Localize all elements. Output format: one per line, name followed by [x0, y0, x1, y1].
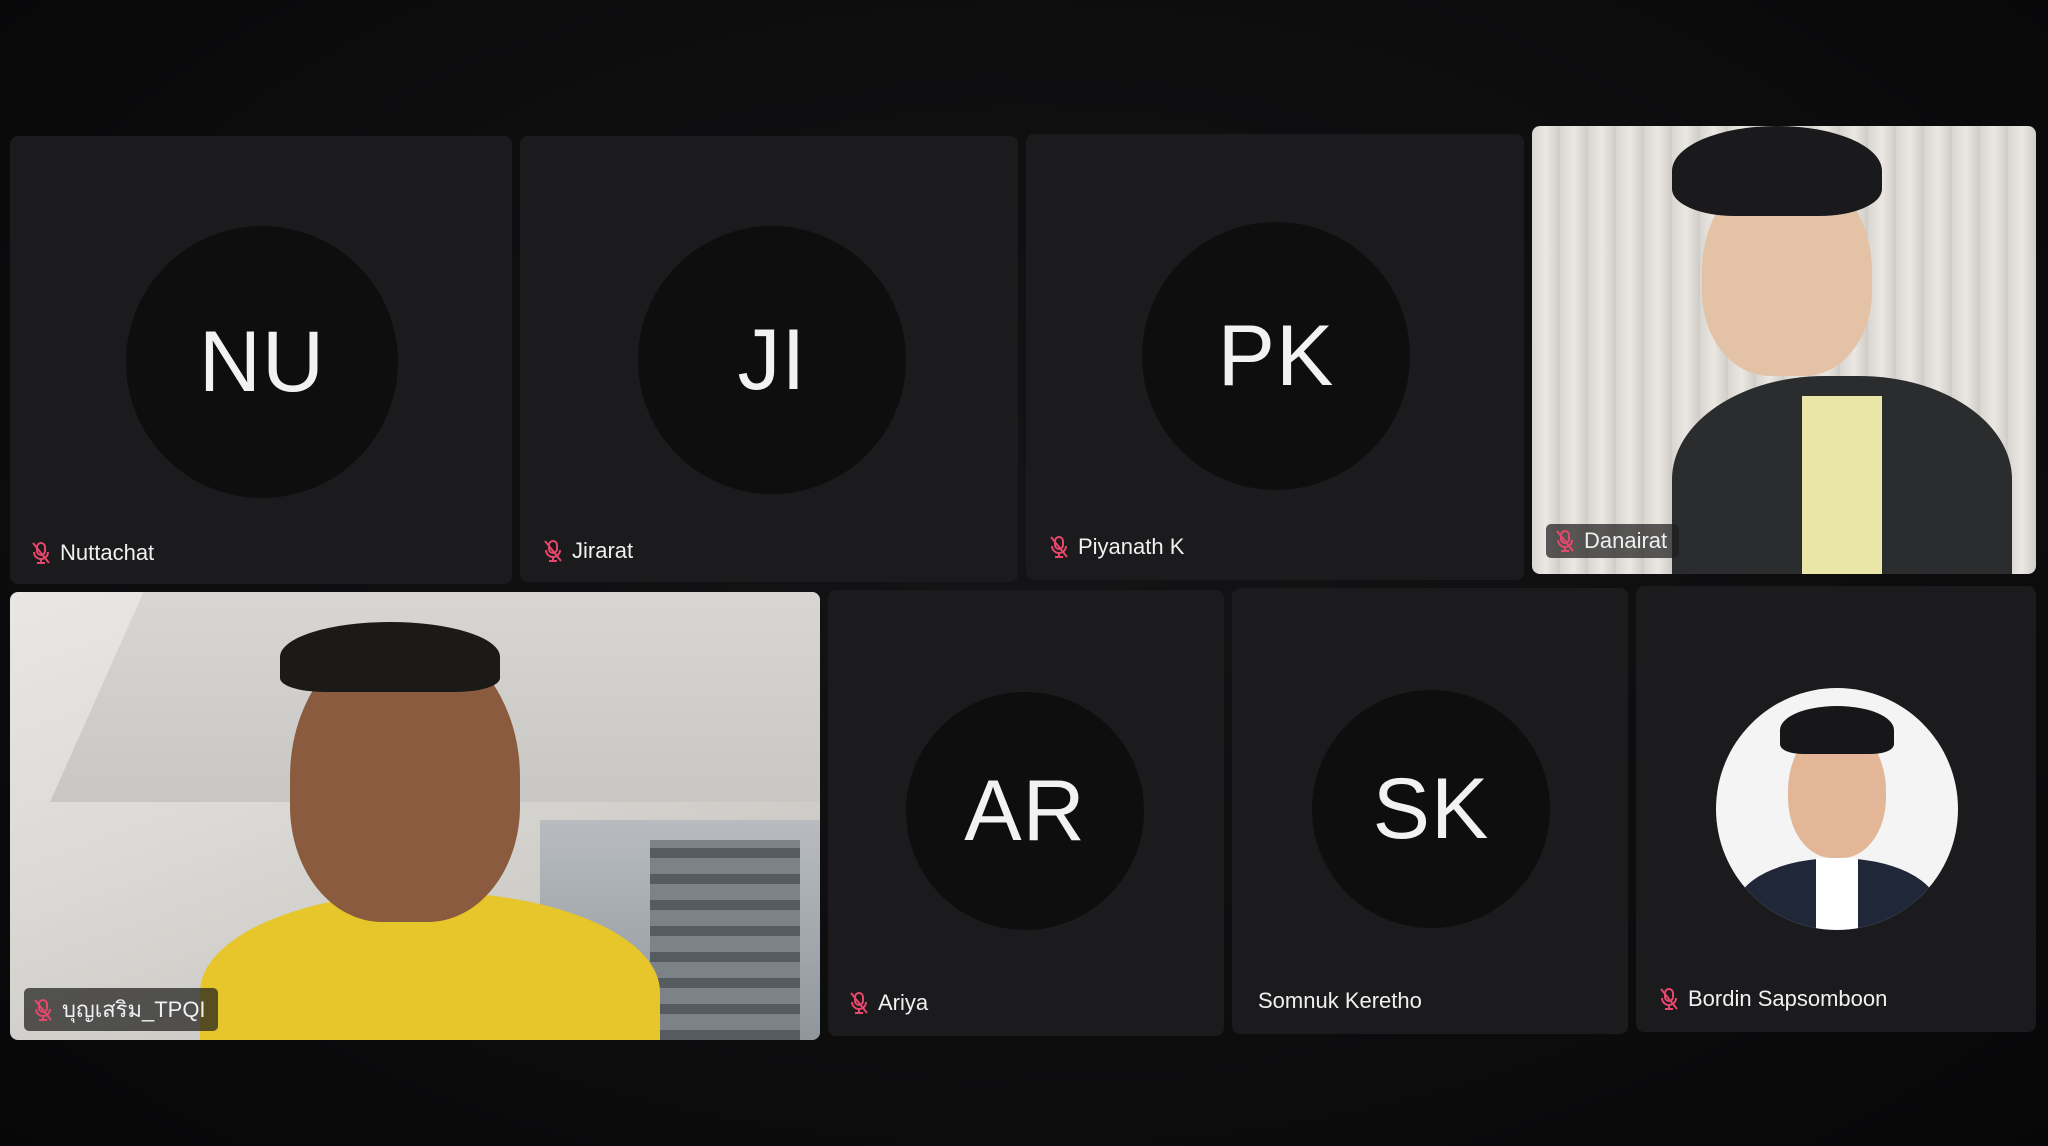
- avatar: SK: [1312, 690, 1550, 928]
- participant-name: Danairat: [1584, 528, 1668, 553]
- participant-name-tag: Piyanath K: [1048, 534, 1184, 560]
- participant-name: Bordin Sapsomboon: [1688, 986, 1888, 1011]
- participant-name: Somnuk Keretho: [1258, 988, 1422, 1013]
- participant-tile-boon[interactable]: บุญเสริม_TPQI: [10, 592, 820, 1040]
- avatar-initials: JI: [737, 311, 807, 408]
- avatar: JI: [638, 226, 906, 494]
- avatar-initials: AR: [964, 762, 1086, 859]
- participant-tile-nuttachat[interactable]: NU Nuttachat: [10, 136, 512, 584]
- profile-photo-hair: [1780, 706, 1894, 754]
- participant-tile-somnuk[interactable]: SK Somnuk Keretho: [1232, 588, 1628, 1034]
- avatar-initials: PK: [1217, 307, 1335, 404]
- microphone-off-icon: [1660, 988, 1678, 1010]
- microphone-off-icon: [1050, 536, 1068, 558]
- participant-tile-jirarat[interactable]: JI Jirarat: [520, 136, 1018, 582]
- avatar: PK: [1142, 222, 1410, 490]
- participant-name-tag: Bordin Sapsomboon: [1658, 986, 1887, 1012]
- profile-photo-shirt: [1816, 858, 1858, 930]
- participant-name-tag: Nuttachat: [30, 540, 154, 566]
- participant-name-tag: Ariya: [848, 990, 928, 1016]
- participant-name: Nuttachat: [60, 540, 155, 565]
- microphone-off-icon: [32, 542, 50, 564]
- microphone-off-icon: [1556, 530, 1574, 552]
- avatar-initials: NU: [198, 313, 326, 410]
- profile-photo: [1716, 688, 1958, 930]
- participant-name: Ariya: [878, 990, 929, 1015]
- participant-name-tag: บุญเสริม_TPQI: [24, 988, 218, 1031]
- microphone-off-icon: [544, 540, 562, 562]
- participant-name: บุญเสริม_TPQI: [62, 997, 206, 1022]
- participant-name-tag: Somnuk Keretho: [1258, 988, 1422, 1014]
- participant-name: Jirarat: [572, 538, 634, 563]
- microphone-off-icon: [34, 998, 52, 1021]
- participant-name-tag: Jirarat: [542, 538, 633, 564]
- participant-tile-ariya[interactable]: AR Ariya: [828, 590, 1224, 1036]
- participant-hair: [1672, 126, 1882, 216]
- participant-tile-danairat[interactable]: Danairat: [1532, 126, 2036, 574]
- participant-tile-bordin[interactable]: Bordin Sapsomboon: [1636, 586, 2036, 1032]
- meeting-gallery: NU Nuttachat JI Jirarat PK Piyanath K Da…: [0, 0, 2048, 1146]
- participant-hair: [280, 622, 500, 692]
- participant-tile-piyanath[interactable]: PK Piyanath K: [1026, 134, 1524, 580]
- avatar: AR: [906, 692, 1144, 930]
- participant-name: Piyanath K: [1078, 534, 1185, 559]
- participant-name-tag: Danairat: [1546, 524, 1680, 558]
- building-view: [650, 840, 800, 1040]
- participant-shirt: [1802, 396, 1882, 574]
- avatar: NU: [126, 226, 398, 498]
- microphone-off-icon: [850, 992, 868, 1014]
- avatar-initials: SK: [1372, 760, 1490, 857]
